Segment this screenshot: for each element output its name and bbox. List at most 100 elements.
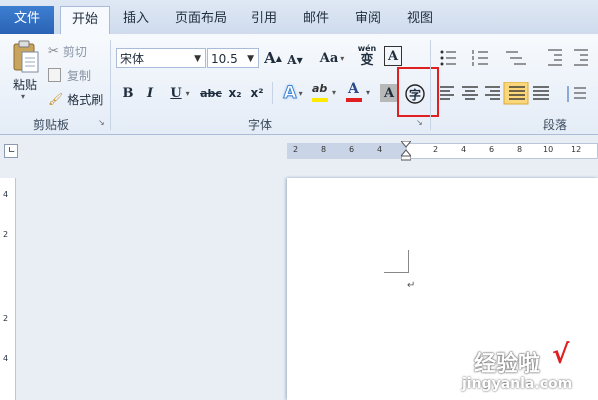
bold-icon: B [122,85,134,101]
underline-button[interactable]: U ▾ [166,84,194,102]
superscript-button[interactable]: x² [248,84,266,102]
watermark-url: jingyanla.com [462,376,573,392]
subscript-icon: x₂ [228,86,242,100]
ruler-mark: 4 [377,145,383,154]
tab-view[interactable]: 视图 [400,6,440,34]
font-color-button[interactable]: A ▾ [346,81,374,104]
change-case-icon: Aa [319,50,339,66]
watermark-title: 经验啦 [474,352,541,377]
vertical-ruler-mark: 4 [3,354,9,363]
ruler-margin-area [287,143,407,159]
font-color-icon: A [348,81,359,97]
ruler-mark: 2 [433,145,439,154]
tab-page-layout[interactable]: 页面布局 [166,6,236,34]
tab-insert[interactable]: 插入 [114,6,158,34]
font-name-combo[interactable]: 宋体 ▼ [116,48,206,68]
paste-button[interactable] [8,40,42,80]
paste-label: 粘贴 [12,78,37,92]
tab-mailings[interactable]: 邮件 [296,6,336,34]
separator [272,82,273,104]
font-dialog-launcher-icon[interactable]: ↘ [416,118,423,127]
chevron-down-icon: ▼ [194,54,201,64]
paragraph-row-1 [436,46,598,70]
cut-label: 剪切 [62,44,87,59]
align-center-icon [462,86,478,100]
line-spacing-icon [567,86,586,102]
character-border-icon: A [387,48,399,64]
tab-home[interactable]: 开始 [60,6,110,36]
ruler-mark: 6 [349,145,355,154]
format-painter-button[interactable]: 🖌 格式刷 [48,90,103,108]
strikethrough-icon: abc [200,86,222,100]
align-right-icon [485,86,500,100]
indent-marker[interactable] [399,140,413,161]
align-left-icon [440,86,454,100]
phonetic-char: 变 [360,53,374,68]
tab-references[interactable]: 引用 [244,6,284,34]
group-divider [430,40,431,130]
phonetic-label: wén [357,44,377,53]
paste-icon [13,40,39,73]
vertical-ruler[interactable] [0,178,16,400]
italic-button[interactable]: I [142,84,158,102]
paragraph-mark-icon: ↵ [407,280,416,291]
decrease-indent-icon [548,49,562,66]
shrink-font-button[interactable]: A ▼ [286,50,304,70]
text-effects-button[interactable]: A ▾ [280,82,306,104]
character-border-button[interactable]: A [384,46,402,66]
ruler-mark: 12 [571,145,582,154]
text-highlight-icon: ab [312,82,328,95]
copy-icon [48,68,61,82]
highlight-box [397,67,439,117]
vertical-ruler-mark: 2 [3,230,9,239]
character-shading-button[interactable]: A [380,84,398,102]
ruler-mark: 4 [461,145,467,154]
superscript-icon: x² [250,86,264,100]
ruler-mark: 8 [517,145,523,154]
grow-font-icon: A [264,49,276,67]
grow-font-button[interactable]: A ▲ [264,48,282,68]
ruler-mark: 6 [489,145,495,154]
strikethrough-button[interactable]: abc [200,84,222,102]
tab-stop-icon: ∟ [8,146,16,156]
text-highlight-button[interactable]: ab ▾ [312,82,340,104]
group-divider [110,40,111,130]
paragraph-group-label: 段落 [542,118,567,132]
vertical-ruler-mark: 2 [3,314,9,323]
format-painter-icon: 🖌 [48,92,64,106]
copy-label: 复制 [67,68,92,83]
margin-corner-mark [384,250,409,273]
vertical-ruler-mark: 4 [3,190,9,199]
watermark-check: √ [552,340,570,370]
paste-dropdown-arrow[interactable]: ▾ [21,92,25,101]
bullets-icon [440,50,456,66]
clipboard-group-label: 剪贴板 [32,118,69,132]
tab-review[interactable]: 审阅 [348,6,388,34]
ruler-mark: 8 [321,145,327,154]
italic-icon: I [146,85,154,101]
underline-icon: U [170,85,182,101]
font-size-combo[interactable]: 10.5 ▼ [207,48,259,68]
font-name-value: 宋体 [120,52,145,66]
subscript-button[interactable]: x₂ [226,84,244,102]
shrink-font-icon: A [287,53,297,67]
distributed-icon [533,86,549,100]
highlight-color-bar [312,98,328,102]
copy-button[interactable]: 复制 [48,66,91,84]
tab-selector[interactable]: ∟ [4,144,18,158]
ruler-mark: 2 [293,145,299,154]
font-color-bar [346,98,362,102]
change-case-button[interactable]: Aa ▾ [316,48,348,68]
numbering-icon [472,50,488,66]
tab-file[interactable]: 文件 [0,6,54,34]
cut-button[interactable]: ✂ 剪切 [48,42,87,60]
increase-indent-icon [574,49,588,66]
character-shading-icon: A [383,85,395,101]
format-painter-label: 格式刷 [67,92,104,107]
justify-selected-bg [503,81,529,105]
bold-button[interactable]: B [120,84,136,102]
font-size-value: 10.5 [211,52,238,66]
font-group-label: 字体 [247,118,272,132]
phonetic-guide-button[interactable]: wén 变 [357,44,377,70]
clipboard-dialog-launcher-icon[interactable]: ↘ [98,118,105,127]
